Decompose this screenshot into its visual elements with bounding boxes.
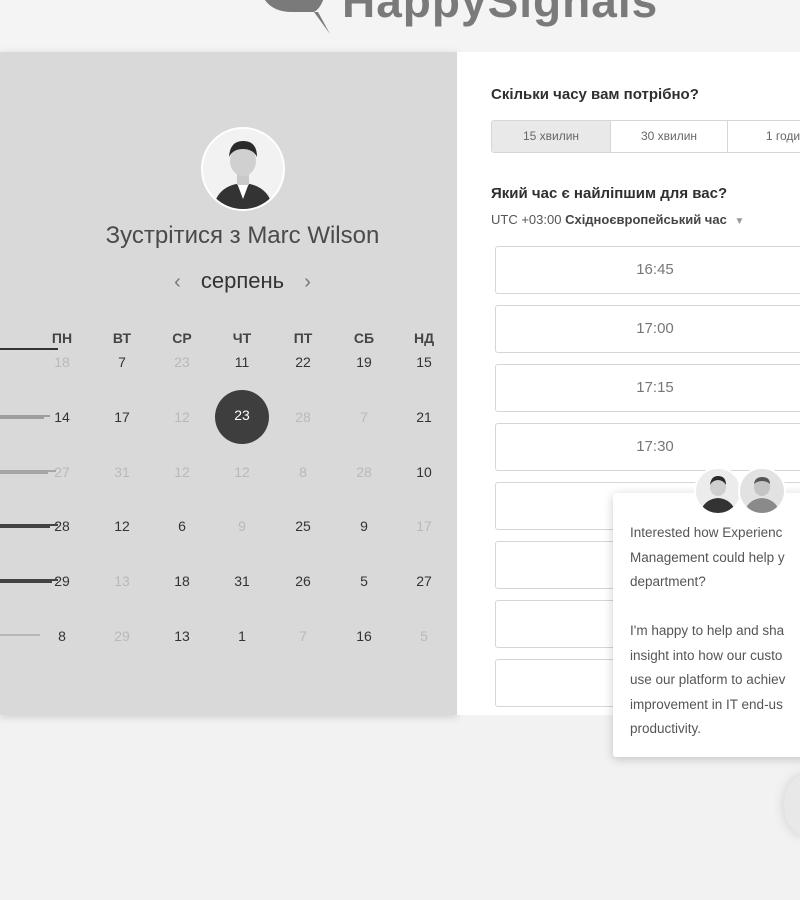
calendar-day[interactable]: 28	[42, 518, 82, 534]
agent-avatar-1	[694, 467, 742, 515]
chat-popup[interactable]: Interested how Experienc Management could…	[613, 493, 800, 757]
person-photo-icon	[696, 469, 740, 513]
person-photo-icon	[203, 129, 283, 209]
calendar-day[interactable]: 16	[344, 628, 384, 644]
calendar-day[interactable]: 7	[344, 409, 384, 425]
calendar-day[interactable]: 15	[404, 354, 444, 370]
time-slot-button[interactable]: 17:30	[495, 423, 800, 471]
duration-option[interactable]: 30 хвилин	[611, 121, 728, 152]
chat-message-line: I'm happy to help and sha	[630, 623, 785, 638]
calendar-week-row: 8 29 13 1 7 16 5	[0, 628, 457, 658]
weekday-label: ЧТ	[232, 330, 252, 346]
week-divider-line	[0, 348, 60, 352]
duration-selector: 15 хвилин 30 хвилин 1 годи	[491, 120, 800, 153]
calendar-day[interactable]: 10	[404, 464, 444, 480]
calendar-day[interactable]: 12	[102, 518, 142, 534]
meeting-title: Зустрітися з Marc Wilson	[0, 222, 485, 250]
weekday-label: ВТ	[112, 330, 132, 346]
person-photo-icon	[740, 469, 784, 513]
calendar-day[interactable]: 27	[404, 573, 444, 589]
duration-option[interactable]: 1 годи	[728, 121, 800, 152]
duration-question: Скільки часу вам потрібно?	[491, 86, 699, 103]
chat-launcher-button[interactable]	[784, 775, 800, 835]
weekday-label: ПТ	[293, 330, 313, 346]
calendar-day[interactable]: 23	[162, 354, 202, 370]
time-slot-button[interactable]: 17:15	[495, 364, 800, 412]
calendar-panel: Зустрітися з Marc Wilson ‹ серпень › ПН В…	[0, 52, 457, 715]
prev-month-chevron-icon[interactable]: ‹	[174, 271, 181, 294]
calendar-week-row: 28 12 6 9 25 9 17	[0, 518, 457, 548]
month-navigation: ‹ серпень ›	[0, 268, 485, 294]
meeting-title-prefix: Зустрітися з	[105, 222, 241, 249]
time-slot-button[interactable]: 17:00	[495, 305, 800, 353]
weekday-label: НД	[413, 330, 435, 346]
time-question: Який час є найліпшим для вас?	[491, 185, 728, 202]
chat-message-line: department?	[630, 574, 706, 589]
duration-option[interactable]: 15 хвилин	[492, 121, 611, 152]
calendar-day[interactable]: 9	[344, 518, 384, 534]
chat-message-line: use our platform to achiev	[630, 672, 786, 687]
calendar-day[interactable]: 31	[102, 464, 142, 480]
agent-avatar-2	[738, 467, 786, 515]
calendar-day[interactable]: 17	[102, 409, 142, 425]
chat-agent-avatars	[694, 467, 790, 519]
calendar-day[interactable]: 9	[222, 518, 262, 534]
timezone-name: Східноєвропейський час	[565, 212, 727, 227]
calendar-week-row: 14 17 12 23 28 7 21	[0, 390, 457, 444]
calendar-day[interactable]: 22	[283, 354, 323, 370]
weekday-label: СР	[172, 330, 192, 346]
selected-day[interactable]: 23	[215, 390, 269, 444]
calendar-day[interactable]: 12	[162, 464, 202, 480]
calendar-day[interactable]: 6	[162, 518, 202, 534]
calendar-day[interactable]: 27	[42, 464, 82, 480]
calendar-day[interactable]: 19	[344, 354, 384, 370]
speech-bubble-logo-icon	[265, 0, 330, 34]
chat-message-line: improvement in IT end-us	[630, 696, 783, 712]
calendar-day[interactable]: 7	[283, 628, 323, 644]
calendar-day[interactable]: 12	[222, 464, 262, 480]
host-name: Marc Wilson	[247, 222, 380, 249]
calendar-day[interactable]: 17	[404, 518, 444, 534]
calendar-day[interactable]: 8	[42, 628, 82, 644]
calendar-day[interactable]: 13	[102, 573, 142, 589]
calendar-week-row: 29 13 18 31 26 5 27	[0, 573, 457, 603]
top-header: HappySignals	[0, 0, 800, 53]
month-label: серпень	[200, 268, 285, 293]
chat-message-line: insight into how our custo	[630, 647, 783, 663]
calendar-day[interactable]: 28	[344, 464, 384, 480]
calendar-day[interactable]: 29	[102, 628, 142, 644]
timezone-dropdown[interactable]: UTC +03:00 Східноєвропейський час ▼	[491, 212, 744, 227]
calendar-day[interactable]: 7	[102, 354, 142, 370]
calendar-day[interactable]: 28	[283, 409, 323, 425]
calendar-week-row: 27 31 12 12 8 28 10	[0, 464, 457, 494]
calendar-day[interactable]: 1	[222, 628, 262, 644]
calendar-day[interactable]: 21	[404, 409, 444, 425]
calendar-day[interactable]: 5	[404, 628, 444, 644]
calendar-day[interactable]: 25	[283, 518, 323, 534]
calendar-day[interactable]: 18	[162, 573, 202, 589]
chat-message-line: Interested how Experienc	[630, 525, 783, 540]
calendar-day[interactable]: 12	[162, 409, 202, 425]
calendar-day[interactable]: 11	[222, 354, 262, 370]
next-month-chevron-icon[interactable]: ›	[304, 271, 311, 294]
calendar-day[interactable]: 8	[283, 464, 323, 480]
chat-message-line: Management could help y	[630, 549, 785, 565]
calendar-day[interactable]: 26	[283, 573, 323, 589]
calendar-day[interactable]: 29	[42, 573, 82, 589]
host-avatar	[201, 127, 285, 211]
calendar-day[interactable]: 5	[344, 573, 384, 589]
calendar-day[interactable]: 14	[42, 409, 82, 425]
brand-logo-text: HappySignals	[342, 0, 659, 27]
calendar-week-row: 18 7 23 11 22 19 15	[0, 348, 457, 384]
weekday-label: СБ	[353, 330, 375, 346]
timezone-offset: UTC +03:00	[491, 212, 562, 227]
calendar-day[interactable]: 18	[42, 354, 82, 370]
calendar-day[interactable]: 31	[222, 573, 262, 589]
calendar-day[interactable]: 13	[162, 628, 202, 644]
chat-message-line: productivity.	[630, 721, 702, 736]
weekday-label: ПН	[51, 330, 73, 346]
time-slot-button[interactable]: 16:45	[495, 246, 800, 294]
caret-down-icon: ▼	[734, 216, 745, 227]
weekday-header: ПН ВТ СР ЧТ ПТ СБ НД	[0, 330, 457, 350]
